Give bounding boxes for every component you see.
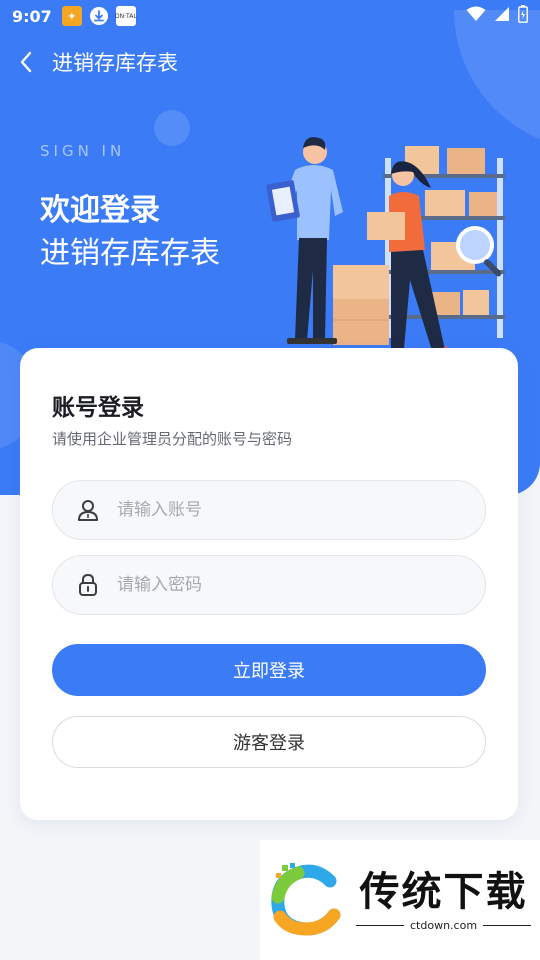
chevron-left-icon bbox=[20, 51, 32, 73]
divider bbox=[356, 924, 404, 926]
account-field[interactable] bbox=[52, 480, 486, 540]
divider bbox=[483, 924, 532, 926]
title-bar: 进销存库存表 bbox=[0, 40, 540, 84]
login-button[interactable]: 立即登录 bbox=[52, 644, 486, 696]
card-description: 请使用企业管理员分配的账号与密码 bbox=[52, 430, 293, 448]
battery-icon bbox=[518, 5, 528, 27]
app-notification-icon: ✦ bbox=[61, 6, 82, 26]
password-input[interactable] bbox=[117, 575, 457, 595]
lock-icon bbox=[75, 572, 101, 598]
back-button[interactable] bbox=[0, 40, 52, 84]
status-icons bbox=[466, 5, 528, 27]
decorative-circle bbox=[154, 110, 190, 146]
watermark: 传统下载 ctdown.com bbox=[260, 840, 540, 960]
news-notification-icon: ON·TAL bbox=[115, 6, 137, 26]
user-icon bbox=[75, 497, 101, 523]
watermark-brand: 传统下载 bbox=[359, 868, 528, 915]
watermark-url: ctdown.com bbox=[410, 918, 478, 932]
login-page: 9:07 ✦ ON·TAL 进销存库存表 SIGN IN 欢迎登录 进销存库存表… bbox=[0, 0, 540, 960]
download-icon bbox=[89, 7, 108, 25]
page-title: 进销存库存表 bbox=[52, 51, 178, 75]
warehouse-workers-illustration bbox=[266, 137, 505, 370]
status-time: 9:07 bbox=[12, 6, 52, 26]
watermark-url-row: ctdown.com bbox=[356, 918, 532, 932]
app-name-heading: 进销存库存表 bbox=[40, 236, 220, 271]
welcome-heading: 欢迎登录 bbox=[40, 193, 160, 228]
password-field[interactable] bbox=[52, 555, 486, 615]
ctdown-logo-icon bbox=[271, 863, 341, 936]
guest-login-button[interactable]: 游客登录 bbox=[52, 716, 486, 768]
card-title: 账号登录 bbox=[52, 395, 144, 421]
login-card: 账号登录 请使用企业管理员分配的账号与密码 立即登录 游客登录 bbox=[20, 348, 518, 820]
status-bar: 9:07 ✦ ON·TAL bbox=[0, 0, 540, 32]
wifi-icon bbox=[466, 6, 486, 26]
signal-icon bbox=[494, 6, 510, 26]
sign-in-label: SIGN IN bbox=[40, 142, 126, 160]
account-input[interactable] bbox=[117, 500, 457, 520]
